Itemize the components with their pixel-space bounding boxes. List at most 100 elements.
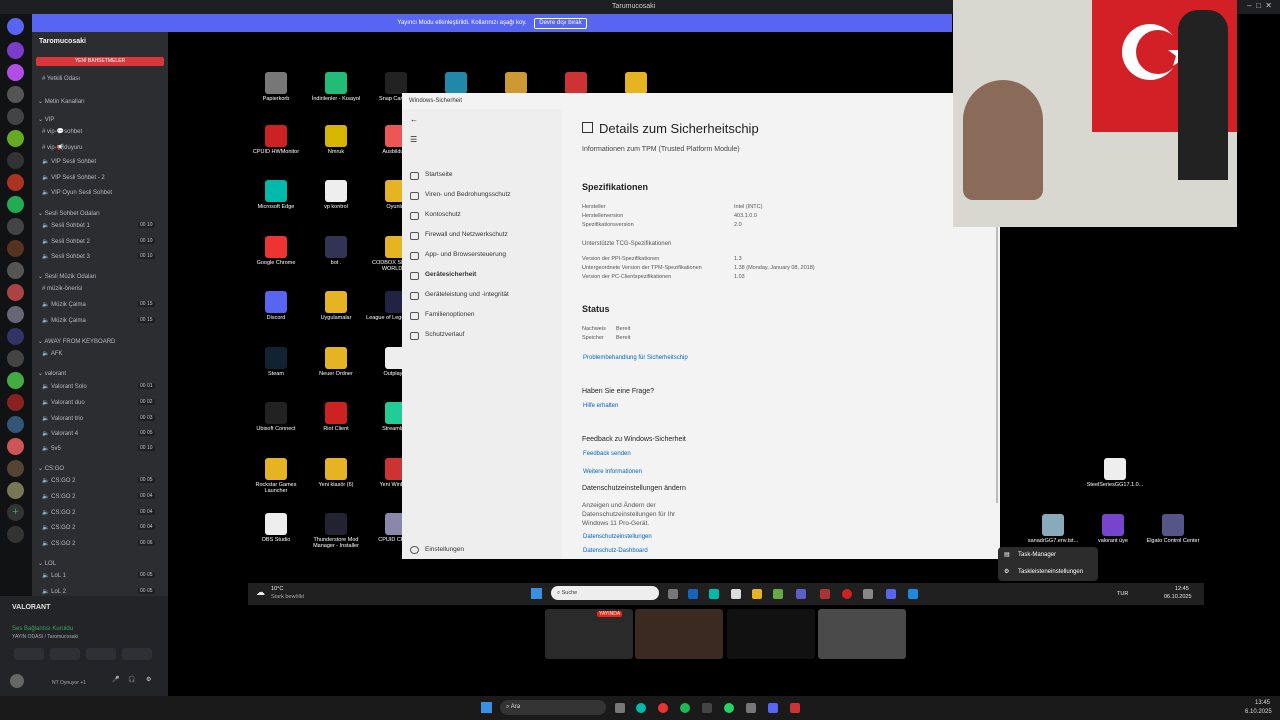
headphones-icon[interactable]: 🎧 — [128, 676, 135, 683]
server-icon[interactable] — [7, 460, 24, 477]
nav-item[interactable]: Geräteleistung und -integrität — [425, 291, 509, 298]
spotify-icon[interactable] — [680, 703, 690, 713]
desktop-shortcut[interactable]: Neuer Ordner — [306, 347, 366, 377]
explore-icon[interactable] — [7, 526, 24, 543]
start-icon[interactable] — [531, 588, 542, 599]
activity-button[interactable] — [86, 648, 116, 660]
channel-item[interactable]: 🔈 CS:GO 2 — [42, 509, 75, 516]
avatar[interactable] — [10, 674, 24, 688]
opera-icon[interactable] — [842, 589, 852, 599]
channel-item[interactable]: # vip-📢duyuru — [42, 144, 83, 151]
outlook-icon[interactable] — [688, 589, 698, 599]
server-icon[interactable] — [7, 306, 24, 323]
desktop-shortcut[interactable]: Ubisoft Connect — [246, 402, 306, 432]
nav-item[interactable]: Schutzverlauf — [425, 331, 464, 338]
server-icon[interactable] — [7, 328, 24, 345]
server-icon[interactable] — [7, 130, 24, 147]
taskbar-date[interactable]: 06.10.2025 — [1164, 594, 1192, 600]
desktop-shortcut[interactable]: İndirilenler - Kısayol — [306, 72, 366, 102]
weather-temp[interactable]: 10°C — [271, 586, 283, 592]
server-icon[interactable] — [7, 152, 24, 169]
taskview-icon[interactable] — [668, 589, 678, 599]
channel-item[interactable]: 🔈 Sesli Sohbet 2 — [42, 238, 90, 245]
app-icon[interactable] — [746, 703, 756, 713]
channel-item[interactable]: 🔈 Sesli Sohbet 1 — [42, 222, 90, 229]
channel-item[interactable]: 🔈 Valorant Solo — [42, 383, 87, 390]
store-icon[interactable] — [731, 589, 741, 599]
nav-item[interactable]: Viren- und Bedrohungsschutz — [425, 191, 511, 198]
category-header[interactable]: ⌄ CS:GO — [38, 465, 64, 472]
new-mentions-pill[interactable]: YENİ BAHSETMELER — [36, 57, 164, 66]
channel-item[interactable]: 🔈 Valorant trio — [42, 415, 83, 422]
desktop-shortcut[interactable]: Steam — [246, 347, 306, 377]
desktop-shortcut[interactable]: Nmruk — [306, 125, 366, 155]
channel-item[interactable]: 🔈 LoL 1 — [42, 572, 66, 579]
scrollbar[interactable] — [996, 193, 998, 503]
channel-item[interactable]: # Yetkili Odası — [42, 76, 80, 82]
server-icon[interactable] — [7, 196, 24, 213]
edge-icon[interactable] — [636, 703, 646, 713]
channel-item[interactable]: 🔈 Valorant 4 — [42, 430, 78, 437]
whatsapp-icon[interactable] — [724, 703, 734, 713]
window-controls[interactable]: – □ ✕ — [1247, 1, 1272, 10]
desktop-shortcut[interactable]: Elgato Control Center — [1143, 514, 1203, 544]
channel-item[interactable]: 🔈 CS:GO 2 — [42, 540, 75, 547]
channel-item[interactable]: 🔈 CS:GO 2 — [42, 477, 75, 484]
server-name[interactable]: Taromucosaki — [39, 38, 86, 45]
host-time[interactable]: 13:45 — [1255, 700, 1270, 706]
weather-desc[interactable]: Stark bewölkt — [271, 594, 304, 600]
server-icon[interactable] — [7, 42, 24, 59]
nav-item[interactable]: Gerätesicherheit — [425, 271, 476, 278]
channel-item[interactable]: 🔈 CS:GO 2 — [42, 524, 75, 531]
chrome-icon[interactable] — [658, 703, 668, 713]
host-search[interactable]: ⌕ Ara — [500, 700, 606, 715]
add-server-icon[interactable]: + — [7, 504, 24, 521]
server-icon[interactable] — [7, 86, 24, 103]
channel-item[interactable]: 🔈 VIP Sesli Sohbet — [42, 158, 96, 165]
feedback-link[interactable]: Feedback senden — [583, 451, 631, 457]
troubleshoot-link[interactable]: Problembehandlung für Sicherheitschip — [583, 355, 688, 361]
host-date[interactable]: 6.10.2025 — [1245, 709, 1272, 715]
app-icon[interactable] — [773, 589, 783, 599]
discord-home-icon[interactable] — [7, 18, 24, 35]
server-icon[interactable] — [7, 108, 24, 125]
settings-icon[interactable] — [863, 589, 873, 599]
stream-thumbnail[interactable] — [818, 609, 906, 659]
server-icon[interactable] — [7, 394, 24, 411]
edge-icon[interactable] — [709, 589, 719, 599]
gear-icon[interactable]: ⚙ — [146, 676, 151, 683]
channel-item[interactable]: 🔈 LoL 2 — [42, 588, 66, 595]
security-icon[interactable] — [908, 589, 918, 599]
nav-settings[interactable]: Einstellungen — [425, 546, 464, 553]
server-icon[interactable] — [7, 218, 24, 235]
server-icon[interactable] — [7, 416, 24, 433]
server-icon[interactable] — [7, 174, 24, 191]
channel-item[interactable]: 🔈 VIP Oyun Sesli Sohbet — [42, 189, 112, 196]
desktop-shortcut[interactable]: Rockstar Games Launcher — [246, 458, 306, 494]
discord-icon[interactable] — [886, 589, 896, 599]
stream-thumbnail[interactable] — [635, 609, 723, 659]
category-header[interactable]: ⌄ LOL — [38, 560, 56, 567]
server-icon[interactable] — [7, 284, 24, 301]
desktop-shortcut[interactable]: Yeni klasör (6) — [306, 458, 366, 488]
desktop-shortcut[interactable]: Discord — [246, 291, 306, 321]
desktop-shortcut[interactable]: Google Chrome — [246, 236, 306, 266]
start-icon[interactable] — [481, 702, 492, 713]
explorer-icon[interactable] — [752, 589, 762, 599]
desktop-shortcut[interactable]: OBS Studio — [246, 513, 306, 543]
server-icon[interactable] — [7, 262, 24, 279]
nav-item[interactable]: Familienoptionen — [425, 311, 475, 318]
desktop-shortcut[interactable]: CPUID HWMonitor — [246, 125, 306, 155]
nav-item[interactable]: App- und Browsersteuerung — [425, 251, 506, 258]
server-icon[interactable] — [7, 350, 24, 367]
channel-item[interactable]: 🔈 AFK — [42, 350, 62, 357]
channel-item[interactable]: 🔈 Müzik Çalma — [42, 317, 86, 324]
task-manager-item[interactable]: Task-Manager — [1018, 552, 1056, 558]
nav-item[interactable]: Startseite — [425, 171, 452, 178]
settings-icon[interactable] — [410, 546, 419, 554]
soundboard-button[interactable] — [122, 648, 152, 660]
stream-thumbnail[interactable]: YAYINDA — [545, 609, 633, 659]
server-icon[interactable] — [7, 372, 24, 389]
server-icon[interactable] — [7, 64, 24, 81]
menu-icon[interactable]: ☰ — [410, 135, 417, 144]
